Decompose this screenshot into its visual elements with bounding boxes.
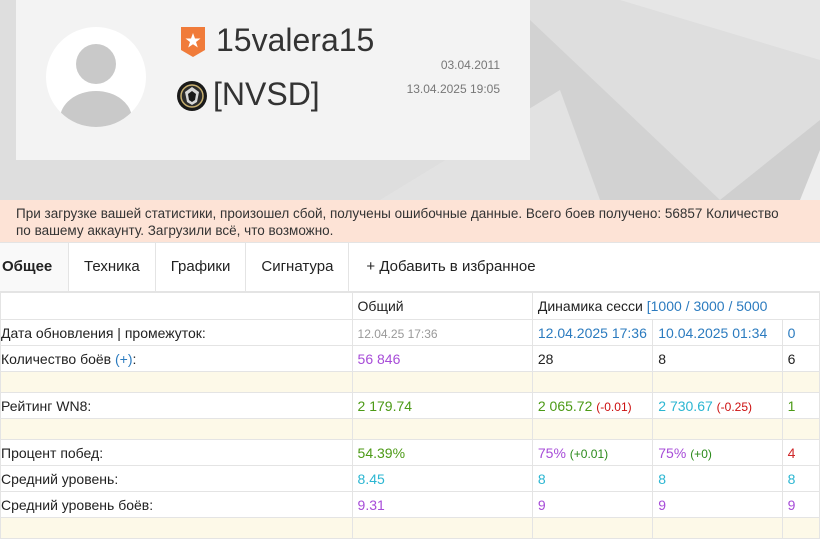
clan-tag-link[interactable]: [NVSD] xyxy=(213,76,320,113)
spacer-cell xyxy=(0,418,353,440)
spacer-cell xyxy=(652,517,783,539)
row-label-wn8: Рейтинг WN8: xyxy=(0,392,353,419)
spacer-cell xyxy=(0,517,353,539)
cell-battles-total: 56 846 xyxy=(357,350,401,367)
cell-wn8-total: 2 179.74 xyxy=(357,397,413,414)
header-session: Динамика сесси [1000 / 3000 / 5000 xyxy=(531,292,820,320)
spacer-cell xyxy=(781,517,820,539)
header-session-label: Динамика сесси xyxy=(537,298,643,314)
spacer-cell xyxy=(531,517,654,539)
battles-label-text: Количество боёв xyxy=(1,350,112,367)
spacer-cell xyxy=(351,371,533,393)
error-alert: При загрузке вашей статистики, произошел… xyxy=(0,200,820,242)
table-row: Средний уровень: 8.45 8 8 8 xyxy=(0,465,820,492)
cell-battles-c2: 8 xyxy=(658,350,667,367)
cell-battles-c3: 6 xyxy=(787,350,796,367)
spacer-cell xyxy=(652,371,783,393)
cell-update-c1[interactable]: 12.04.2025 17:36 xyxy=(538,325,647,341)
row-label-winrate: Процент побед: xyxy=(0,439,353,466)
clan-emblem-icon[interactable] xyxy=(176,80,208,112)
cell-winrate-c1-delta: (+0.01) xyxy=(569,446,609,461)
header-empty xyxy=(0,292,353,320)
profile-card: 15valera15 [NVSD] 03.04.2011 13.04.2025 … xyxy=(16,0,530,160)
tab-signature[interactable]: Сигнатура xyxy=(246,243,350,291)
table-row: Количество боёв (+): 56 846 28 8 6 xyxy=(0,345,820,372)
username: 15valera15 xyxy=(216,22,375,58)
table-row: Дата обновления | промежуток: 12.04.25 1… xyxy=(0,319,820,346)
cell-avg-level-total: 8.45 xyxy=(357,470,385,487)
spacer-cell xyxy=(0,371,353,393)
cell-avg-level-c3: 8 xyxy=(787,470,796,487)
tab-charts[interactable]: Графики xyxy=(156,243,247,291)
table-row: Процент побед: 54.39% 75% (+0.01) 75% (+… xyxy=(0,439,820,466)
cell-wn8-c3: 1 xyxy=(787,397,796,414)
table-spacer-row xyxy=(0,371,820,393)
cell-update-total: 12.04.25 17:36 xyxy=(357,326,438,341)
cell-avg-battle-level-c2: 9 xyxy=(658,496,667,513)
rank-badge-icon xyxy=(180,26,206,58)
cell-winrate-c3: 4 xyxy=(787,444,796,461)
table-spacer-row xyxy=(0,517,820,539)
spacer-cell xyxy=(351,418,533,440)
cell-winrate-c1: 75% xyxy=(537,444,566,461)
last-battle-date: 13.04.2025 19:05 xyxy=(406,82,500,96)
spacer-cell xyxy=(351,517,533,539)
table-row: Средний уровень боёв: 9.31 9 9 9 xyxy=(0,491,820,518)
cell-winrate-c2: 75% xyxy=(658,444,687,461)
table-row: Рейтинг WN8: 2 179.74 2 065.72 (-0.01) 2… xyxy=(0,392,820,419)
cell-update-c2[interactable]: 10.04.2025 01:34 xyxy=(658,325,767,341)
tab-vehicles[interactable]: Техника xyxy=(69,243,156,291)
spacer-cell xyxy=(781,371,820,393)
cell-wn8-c1: 2 065.72 xyxy=(537,397,593,414)
cell-battles-c1: 28 xyxy=(537,350,554,367)
spacer-cell xyxy=(531,418,654,440)
table-spacer-row xyxy=(0,418,820,440)
row-label-avg-level: Средний уровень: xyxy=(0,465,353,492)
cell-update-c3[interactable]: 0 xyxy=(788,325,796,341)
tab-general[interactable]: Общее xyxy=(0,243,69,291)
cell-avg-level-c1: 8 xyxy=(537,470,546,487)
alert-line-2: по вашему аккаунту. Загрузили всё, что в… xyxy=(16,223,334,238)
header-ranges-link[interactable]: [1000 / 3000 / 5000 xyxy=(647,298,768,314)
cell-avg-battle-level-c1: 9 xyxy=(537,496,546,513)
default-avatar-icon xyxy=(46,27,146,127)
cell-wn8-c1-delta: (-0.01) xyxy=(596,399,632,414)
spacer-cell xyxy=(531,371,654,393)
header-total: Общий xyxy=(351,292,533,320)
cell-winrate-total: 54.39% xyxy=(357,444,406,461)
tab-bar: Общее Техника Графики Сигнатура + Добави… xyxy=(0,242,820,292)
cell-wn8-c2: 2 730.67 xyxy=(658,397,713,414)
add-to-favorites-button[interactable]: + Добавить в избранное xyxy=(349,243,550,291)
table-header-row: Общий Динамика сесси [1000 / 3000 / 5000 xyxy=(0,292,820,320)
cell-avg-level-c2: 8 xyxy=(658,470,667,487)
cell-avg-battle-level-total: 9.31 xyxy=(357,496,385,513)
account-created-date: 03.04.2011 xyxy=(440,58,500,72)
cell-wn8-c2-delta: (-0.25) xyxy=(716,399,752,414)
stats-table: Общий Динамика сесси [1000 / 3000 / 5000… xyxy=(0,292,820,539)
battles-expand-link[interactable]: (+) xyxy=(115,351,133,367)
cell-avg-battle-level-c3: 9 xyxy=(787,496,796,513)
cell-winrate-c2-delta: (+0) xyxy=(690,446,712,461)
battles-label-colon: : xyxy=(132,350,137,367)
row-label-battles: Количество боёв (+): xyxy=(0,345,353,372)
alert-line-1: При загрузке вашей статистики, произошел… xyxy=(16,206,779,221)
row-label-avg-battle-level: Средний уровень боёв: xyxy=(0,491,353,518)
row-label-update: Дата обновления | промежуток: xyxy=(0,319,353,346)
spacer-cell xyxy=(652,418,783,440)
spacer-cell xyxy=(781,418,820,440)
